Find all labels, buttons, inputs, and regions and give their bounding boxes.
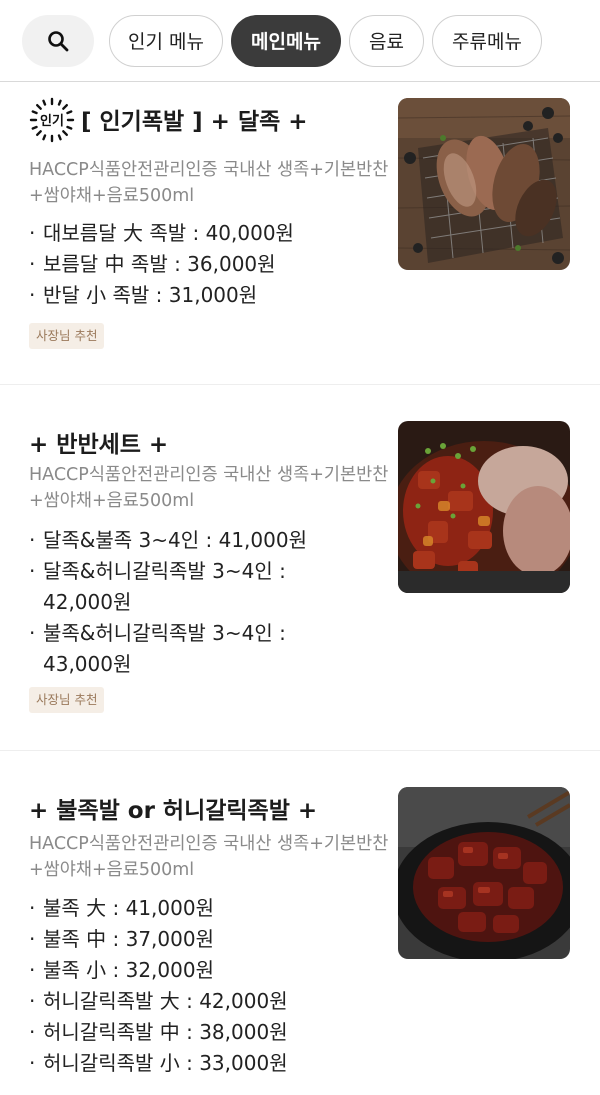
- search-icon: [48, 30, 69, 51]
- price-option: 불족&허니갈릭족발 3~4인 : 43,000원: [29, 618, 329, 680]
- price-option: 허니갈릭족발 小 : 33,000원: [29, 1048, 369, 1079]
- menu-item[interactable]: + 불족발 or 허니갈릭족발 + HACCP식품안전관리인증 국내산 생족+기…: [0, 751, 600, 1095]
- price-option: 불족 中 : 37,000원: [29, 924, 369, 955]
- price-option: 허니갈릭족발 中 : 38,000원: [29, 1017, 369, 1048]
- tab-main-menu[interactable]: 메인메뉴: [231, 14, 341, 67]
- price-list: 달족&불족 3~4인 : 41,000원 달족&허니갈릭족발 3~4인 : 42…: [29, 525, 329, 680]
- menu-item-description: HACCP식품안전관리인증 국내산 생족+기본반찬+쌈야채+음료500ml: [29, 465, 389, 511]
- price-option: 대보름달 大 족발 : 40,000원: [29, 218, 369, 249]
- menu-item-photo: [398, 98, 570, 270]
- search-button[interactable]: [22, 14, 94, 67]
- menu-item[interactable]: + 반반세트 + HACCP식품안전관리인증 국내산 생족+기본반찬+쌈야채+음…: [0, 385, 600, 751]
- menu-item-title: + 반반세트 +: [29, 432, 169, 458]
- price-option: 반달 小 족발 : 31,000원: [29, 280, 369, 311]
- popular-badge-icon: 인기: [29, 97, 75, 142]
- price-option: 달족&불족 3~4인 : 41,000원: [29, 525, 329, 556]
- svg-text:인기: 인기: [40, 113, 64, 129]
- menu-item[interactable]: 인기 [ 인기폭발 ] + 달족 + HACCP식품안전관리인증 국내산 생족+…: [0, 82, 600, 385]
- menu-item-description: HACCP식품안전관리인증 국내산 생족+기본반찬+쌈야채+음료500ml: [29, 834, 389, 880]
- price-option: 허니갈릭족발 大 : 42,000원: [29, 986, 369, 1017]
- price-option: 불족 小 : 32,000원: [29, 955, 369, 986]
- price-option: 보름달 中 족발 : 36,000원: [29, 249, 369, 280]
- tab-popular-menu[interactable]: 인기 메뉴: [109, 14, 223, 67]
- price-option: 달족&허니갈릭족발 3~4인 : 42,000원: [29, 556, 329, 618]
- price-list: 대보름달 大 족발 : 40,000원 보름달 中 족발 : 36,000원 반…: [29, 218, 369, 311]
- menu-item-title-row: 인기 [ 인기폭발 ] + 달족 +: [29, 97, 308, 143]
- tab-drinks[interactable]: 음료: [349, 14, 424, 67]
- menu-item-title: [ 인기폭발 ] + 달족 +: [81, 109, 308, 135]
- menu-item-photo: [398, 787, 570, 959]
- price-option: 불족 大 : 41,000원: [29, 893, 369, 924]
- menu-item-description: HACCP식품안전관리인증 국내산 생족+기본반찬+쌈야채+음료500ml: [29, 160, 389, 206]
- price-list: 불족 大 : 41,000원 불족 中 : 37,000원 불족 小 : 32,…: [29, 893, 369, 1079]
- owner-recommend-badge: 사장님 추천: [29, 687, 105, 713]
- owner-recommend-badge: 사장님 추천: [29, 323, 105, 349]
- category-tab-bar: 인기 메뉴 메인메뉴 음료 주류메뉴: [0, 0, 600, 82]
- menu-item-title: + 불족발 or 허니갈릭족발 +: [29, 798, 318, 824]
- tab-alcohol-menu[interactable]: 주류메뉴: [432, 14, 542, 67]
- menu-item-photo: [398, 421, 570, 593]
